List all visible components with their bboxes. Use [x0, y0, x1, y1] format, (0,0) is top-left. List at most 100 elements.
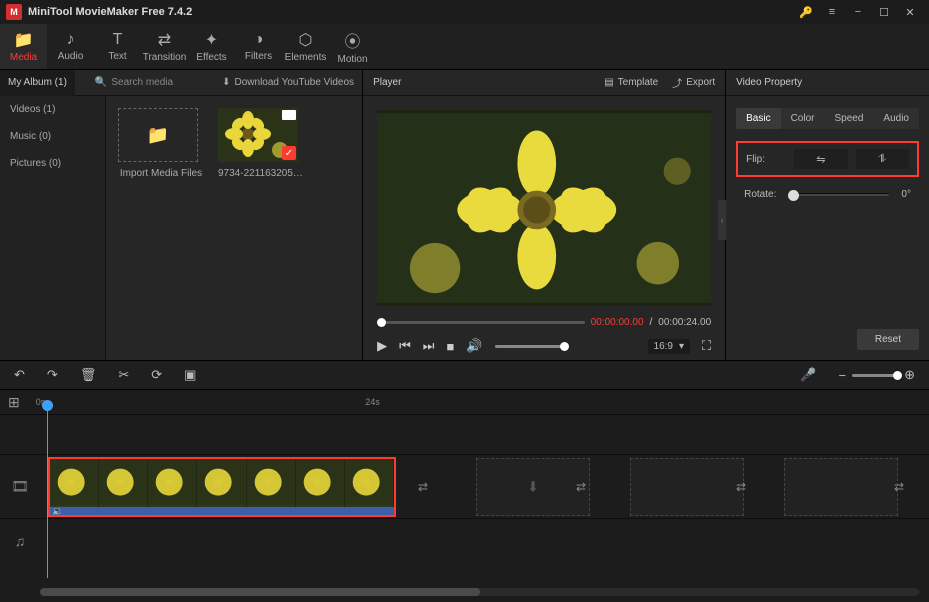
template-button[interactable]: ▤Template: [604, 77, 658, 88]
tab-media[interactable]: 📁Media: [0, 24, 47, 69]
empty-clip-slot[interactable]: [630, 458, 744, 516]
license-key-icon[interactable]: 🔑: [793, 0, 819, 24]
media-panel: My Album (1) 🔍Search media ⬇Download You…: [0, 70, 363, 360]
download-icon: ⬇: [222, 77, 230, 88]
time-current: 00:00:00.00: [591, 317, 644, 328]
album-selector[interactable]: My Album (1): [0, 70, 75, 96]
title-bar: M MiniTool MovieMaker Free 7.4.2 🔑 ≡ − ☐…: [0, 0, 929, 24]
volume-icon[interactable]: 🔊: [466, 338, 482, 354]
export-button[interactable]: ⤴Export: [672, 75, 715, 90]
media-clip-item[interactable]: ✓ 9734-221163205_s...: [218, 108, 304, 179]
tab-effects[interactable]: ✦Effects: [188, 24, 235, 69]
note-icon: ♪: [67, 31, 75, 49]
transition-slot-button[interactable]: ⇄: [888, 476, 910, 498]
audio-track[interactable]: ♫: [0, 518, 929, 562]
timeline: ⊞ 0s 24s 🎞 🔉 ⇄ ⬇ ⇄: [0, 390, 929, 602]
chevron-down-icon: ▾: [679, 341, 684, 352]
rotate-label: Rotate:: [744, 189, 776, 200]
undo-button[interactable]: ↶: [14, 367, 25, 383]
timeline-toolbar: ↶ ↷ 🗑 ✂ ⟳ ▣ 🎤 − ⊕: [0, 360, 929, 390]
category-pictures[interactable]: Pictures (0): [0, 150, 105, 177]
fullscreen-button[interactable]: ⛶: [702, 338, 711, 354]
prop-tab-audio[interactable]: Audio: [873, 108, 919, 129]
flip-horizontal-button[interactable]: ⇋: [794, 149, 847, 169]
flip-vertical-button[interactable]: ⥮: [856, 149, 909, 169]
timeline-tick-24: 24s: [365, 397, 380, 407]
transition-slot-button[interactable]: ⇄: [570, 476, 592, 498]
window-close-icon[interactable]: ✕: [897, 0, 923, 24]
aspect-ratio-select[interactable]: 16:9▾: [648, 339, 691, 354]
zoom-slider[interactable]: [852, 374, 898, 377]
collapse-panel-button[interactable]: ‹: [718, 200, 726, 240]
crop-button[interactable]: ▣: [184, 367, 196, 383]
main-toolbar: 📁Media ♪Audio TText ⇄Transition ✦Effects…: [0, 24, 929, 70]
delete-button[interactable]: 🗑: [80, 367, 97, 383]
rotate-button[interactable]: ⟳: [151, 367, 162, 383]
reset-button[interactable]: Reset: [857, 329, 919, 350]
effects-icon: ✦: [205, 30, 218, 50]
tab-transition[interactable]: ⇄Transition: [141, 24, 188, 69]
video-track[interactable]: 🎞 🔉 ⇄ ⬇ ⇄ ⇄ ⇄: [0, 454, 929, 518]
window-minimize-icon[interactable]: −: [845, 0, 871, 24]
download-youtube-button[interactable]: ⬇Download YouTube Videos: [222, 77, 354, 88]
add-track-button[interactable]: ⊞: [8, 394, 20, 411]
seek-slider[interactable]: [377, 321, 585, 324]
rotate-slider[interactable]: [788, 193, 889, 196]
menu-icon[interactable]: ≡: [819, 0, 845, 24]
player-panel: Player ▤Template ⤴Export: [363, 70, 726, 360]
film-icon: 🎞: [11, 478, 29, 495]
tab-audio[interactable]: ♪Audio: [47, 24, 94, 69]
redo-button[interactable]: ↷: [47, 367, 58, 383]
property-title: Video Property: [736, 77, 802, 88]
video-preview[interactable]: [377, 110, 711, 306]
folder-icon: 📁: [147, 125, 169, 146]
search-media-input[interactable]: 🔍Search media: [95, 77, 173, 88]
tab-filters[interactable]: ◑Filters: [235, 24, 282, 69]
text-icon: T: [113, 31, 123, 49]
app-title: MiniTool MovieMaker Free 7.4.2: [28, 6, 192, 18]
volume-slider[interactable]: [495, 345, 565, 348]
category-music[interactable]: Music (0): [0, 123, 105, 150]
category-videos[interactable]: Videos (1): [0, 96, 105, 123]
transition-icon: ⇄: [158, 30, 171, 50]
time-total: 00:00:24.00: [658, 317, 711, 328]
tab-motion[interactable]: ⦿Motion: [329, 24, 376, 69]
prev-frame-button[interactable]: ⏮: [399, 338, 411, 354]
layers-icon: ▤: [604, 77, 613, 88]
property-panel: ‹ Video Property Basic Color Speed Audio…: [726, 70, 929, 360]
filters-icon: ◑: [254, 31, 264, 49]
zoom-in-button[interactable]: ⊕: [904, 367, 915, 383]
motion-icon: ⦿: [344, 28, 360, 52]
stop-button[interactable]: ■: [446, 339, 454, 354]
property-tabs: Basic Color Speed Audio: [736, 108, 919, 129]
prop-tab-speed[interactable]: Speed: [824, 108, 873, 129]
prop-tab-basic[interactable]: Basic: [736, 108, 780, 129]
transition-slot-button[interactable]: ⇄: [412, 476, 434, 498]
play-button[interactable]: ▶: [377, 338, 387, 354]
tab-elements[interactable]: ⬡Elements: [282, 24, 329, 69]
sound-icon: 🔉: [52, 506, 63, 517]
overlay-track[interactable]: [0, 414, 929, 454]
voiceover-button[interactable]: 🎤: [800, 367, 816, 383]
timeline-scrollbar[interactable]: [40, 588, 919, 596]
zoom-out-button[interactable]: −: [839, 368, 847, 383]
player-title: Player: [373, 77, 401, 88]
check-icon: ✓: [282, 146, 296, 160]
import-media-button[interactable]: 📁 Import Media Files: [118, 108, 204, 179]
media-categories: Videos (1) Music (0) Pictures (0): [0, 96, 106, 360]
upload-icon: ⤴: [672, 75, 682, 90]
flip-controls: Flip: ⇋ ⥮: [736, 141, 919, 177]
tab-text[interactable]: TText: [94, 24, 141, 69]
empty-clip-slot[interactable]: [784, 458, 898, 516]
prop-tab-color[interactable]: Color: [781, 108, 825, 129]
elements-icon: ⬡: [299, 30, 313, 50]
download-icon: ⬇: [527, 478, 539, 495]
window-maximize-icon[interactable]: ☐: [871, 0, 897, 24]
app-logo-icon: M: [6, 4, 22, 20]
search-icon: 🔍: [95, 77, 107, 88]
split-button[interactable]: ✂: [118, 367, 129, 383]
video-clip[interactable]: 🔉: [48, 457, 396, 517]
flip-label: Flip:: [746, 154, 786, 165]
transition-slot-button[interactable]: ⇄: [730, 476, 752, 498]
next-frame-button[interactable]: ⏭: [423, 338, 435, 354]
